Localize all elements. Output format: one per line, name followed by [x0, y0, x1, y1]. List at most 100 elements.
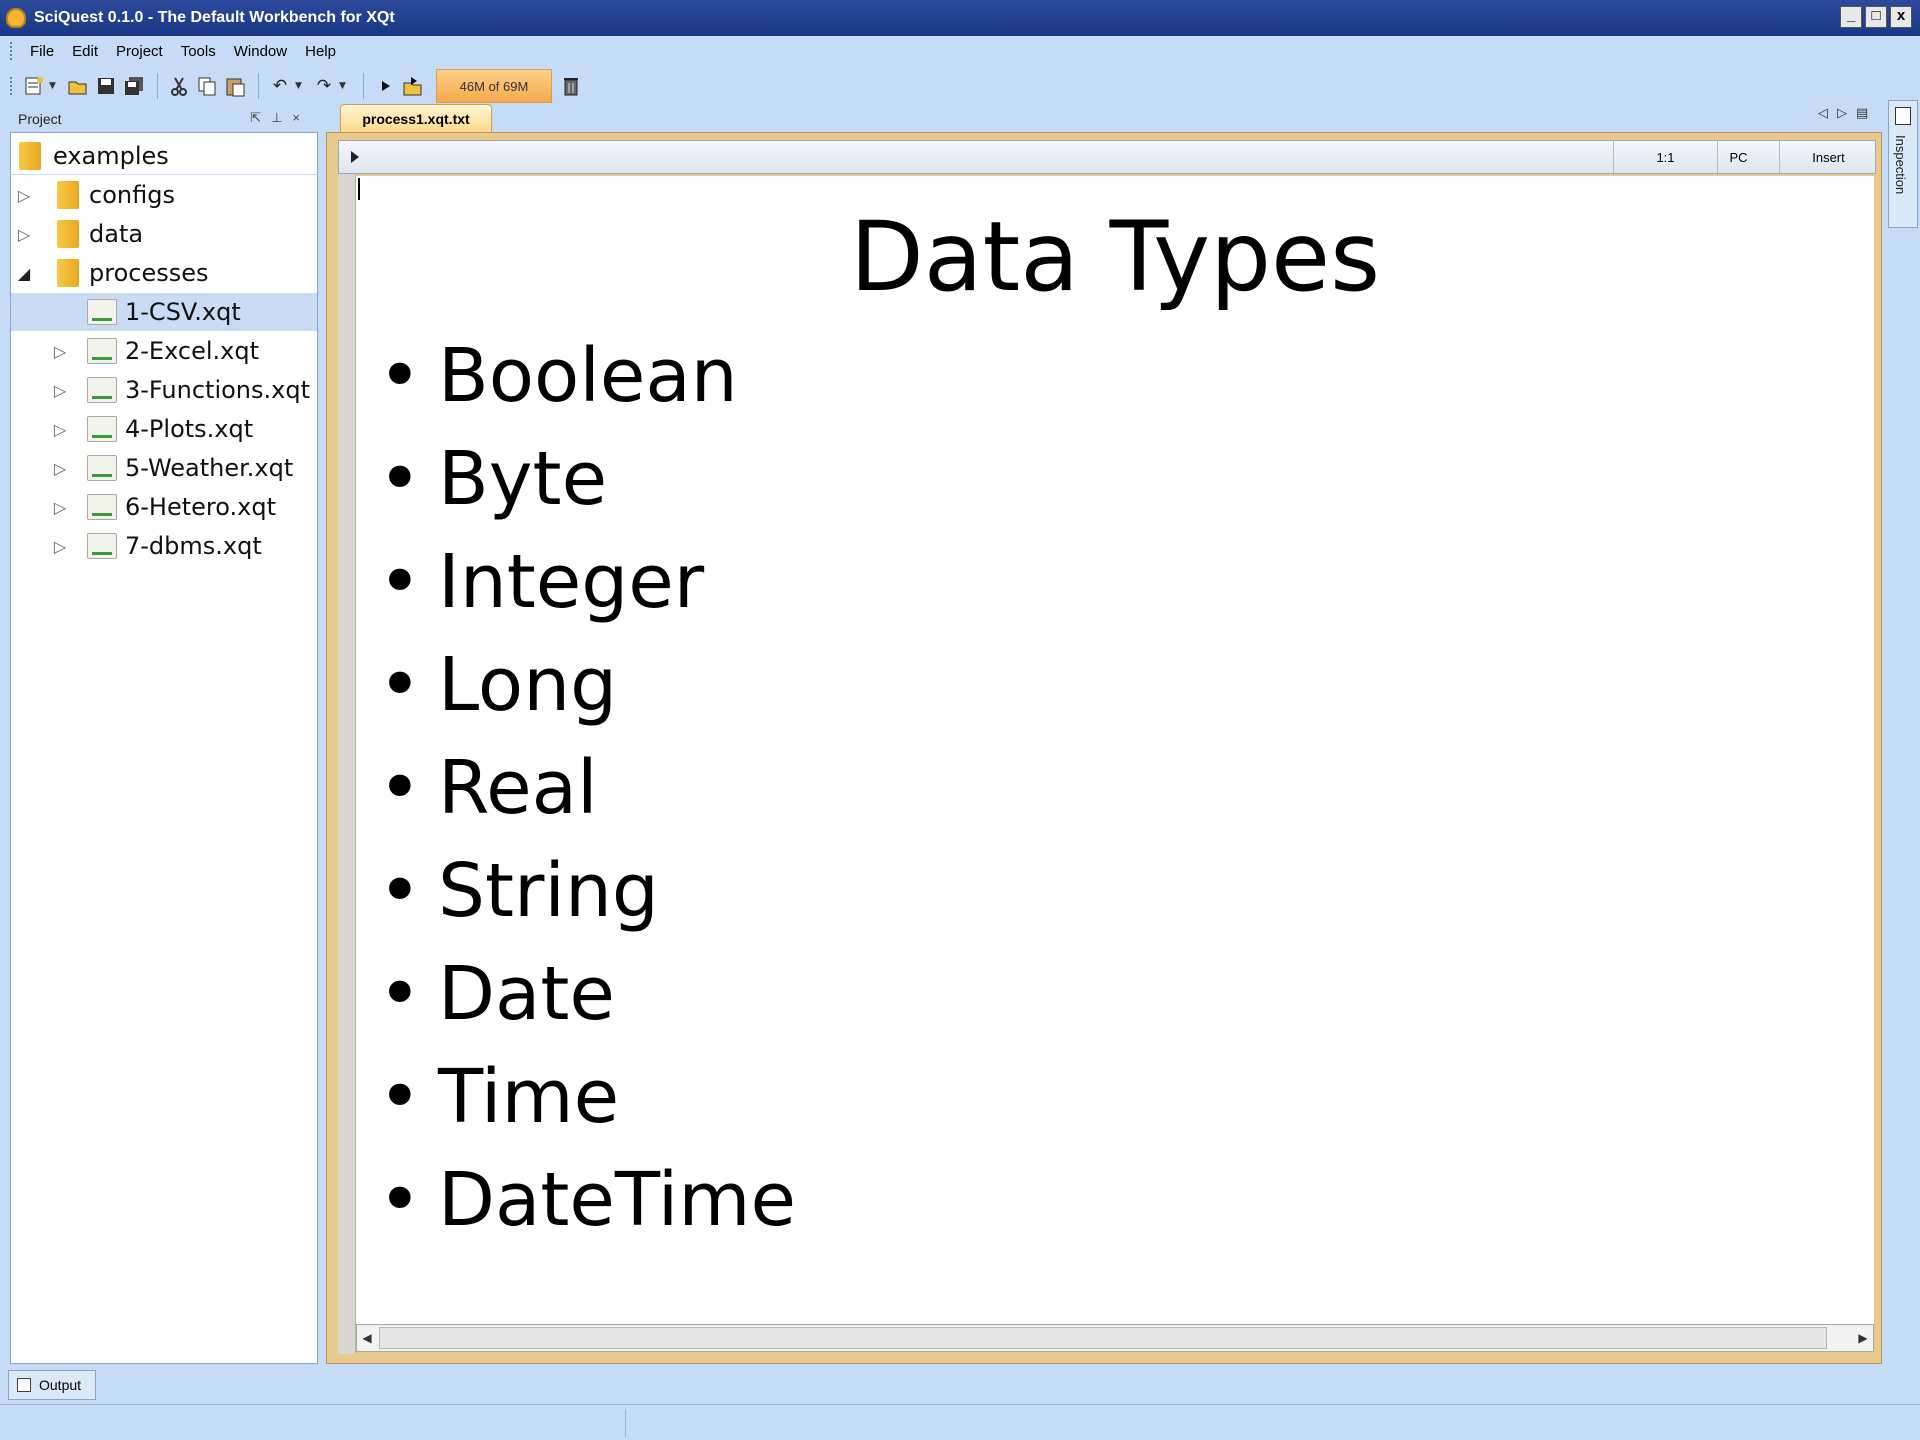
- pin-icon[interactable]: ⊥: [271, 110, 292, 125]
- minimize-button[interactable]: _: [1840, 6, 1862, 28]
- tree-label: 1-CSV.xqt: [125, 298, 241, 326]
- menu-help[interactable]: Help: [296, 43, 345, 60]
- inspection-panel-tab[interactable]: Inspection: [1888, 100, 1918, 228]
- list-item: • Byte: [378, 436, 608, 522]
- list-item: • DateTime: [378, 1157, 796, 1243]
- scroll-thumb[interactable]: [379, 1327, 1827, 1349]
- menu-edit[interactable]: Edit: [63, 43, 107, 60]
- scroll-right-icon[interactable]: ▶: [1855, 1329, 1871, 1347]
- panel-controls: ⇱⊥×: [250, 110, 310, 126]
- process-file-icon: [87, 533, 117, 559]
- float-icon[interactable]: ⇱: [250, 110, 271, 125]
- tree-folder-data[interactable]: ▷ data: [11, 215, 317, 253]
- expand-icon[interactable]: ▷: [51, 342, 69, 361]
- toolbar-grip: [10, 77, 13, 95]
- toolbar: ▼ ↶ ▼ ↷ ▼ 46M of 69M: [0, 66, 1920, 106]
- maximize-button[interactable]: □: [1865, 6, 1887, 28]
- tree-label: 2-Excel.xqt: [125, 337, 259, 365]
- collapse-icon[interactable]: ◢: [15, 264, 33, 283]
- save-icon[interactable]: [93, 73, 119, 99]
- copy-icon[interactable]: [194, 73, 220, 99]
- list-item-text: Time: [438, 1054, 620, 1140]
- tree-label: 6-Hetero.xqt: [125, 493, 276, 521]
- cut-icon[interactable]: [166, 73, 192, 99]
- tree-file-6[interactable]: ▷ 6-Hetero.xqt: [11, 488, 317, 526]
- expand-icon[interactable]: ▷: [15, 186, 33, 205]
- window-title: SciQuest 0.1.0 - The Default Workbench f…: [34, 9, 395, 26]
- close-button[interactable]: x: [1890, 6, 1912, 28]
- line-ending: PC: [1717, 141, 1759, 173]
- expand-icon[interactable]: ▷: [51, 537, 69, 556]
- list-item-text: String: [438, 848, 659, 934]
- editor-content[interactable]: Data Types • Boolean • Byte • Integer • Long…: [356, 176, 1874, 1324]
- folder-icon: [57, 181, 79, 209]
- paste-icon[interactable]: [222, 73, 248, 99]
- status-divider: [625, 1409, 626, 1437]
- tree-folder-processes[interactable]: ◢ processes: [11, 254, 317, 292]
- expand-icon[interactable]: ▷: [51, 498, 69, 517]
- run-icon[interactable]: [372, 73, 398, 99]
- tab-right-icon[interactable]: ▷: [1837, 106, 1856, 121]
- open-icon[interactable]: [65, 73, 91, 99]
- tree-root[interactable]: examples: [11, 137, 317, 175]
- tree-file-5[interactable]: ▷ 5-Weather.xqt: [11, 449, 317, 487]
- menu-tools[interactable]: Tools: [172, 43, 225, 60]
- memory-indicator[interactable]: 46M of 69M: [436, 69, 552, 103]
- process-file-icon: [87, 494, 117, 520]
- expand-icon[interactable]: ▷: [51, 381, 69, 400]
- new-icon[interactable]: [21, 73, 47, 99]
- process-file-icon: [87, 299, 117, 325]
- list-item-text: Long: [438, 642, 618, 728]
- menu-window[interactable]: Window: [225, 43, 296, 60]
- tree-file-4[interactable]: ▷ 4-Plots.xqt: [11, 410, 317, 448]
- output-tab[interactable]: Output: [8, 1370, 96, 1400]
- tree-file-2[interactable]: ▷ 2-Excel.xqt: [11, 332, 317, 370]
- folder-icon: [57, 220, 79, 248]
- debug-icon[interactable]: [400, 73, 426, 99]
- project-panel-header: Project ⇱⊥×: [8, 106, 318, 132]
- title-bar: SciQuest 0.1.0 - The Default Workbench f…: [0, 0, 1920, 36]
- inspection-icon: [1895, 107, 1911, 125]
- tab-list-icon[interactable]: ▤: [1856, 106, 1877, 121]
- tree-file-7[interactable]: ▷ 7-dbms.xqt: [11, 527, 317, 565]
- garbage-collect-icon[interactable]: [558, 73, 584, 99]
- list-item: • String: [378, 848, 659, 934]
- list-item: • Date: [378, 951, 615, 1037]
- list-item: • Time: [378, 1054, 620, 1140]
- list-item-text: Integer: [438, 539, 705, 625]
- tree-label: data: [89, 220, 144, 248]
- tree-file-1[interactable]: 1-CSV.xqt: [11, 293, 317, 331]
- process-file-icon: [87, 338, 117, 364]
- new-dropdown-icon[interactable]: ▼: [49, 81, 59, 91]
- tree-folder-configs[interactable]: ▷ configs: [11, 176, 317, 214]
- list-item: • Real: [378, 745, 598, 831]
- panel-close-icon[interactable]: ×: [292, 110, 310, 125]
- undo-icon[interactable]: ↶: [267, 73, 293, 99]
- toolbar-separator: [157, 73, 158, 99]
- expand-icon[interactable]: ▷: [51, 459, 69, 478]
- scroll-left-icon[interactable]: ◀: [359, 1329, 375, 1347]
- editor-tab[interactable]: process1.xqt.txt: [340, 104, 492, 132]
- slide-title: Data Types: [849, 201, 1381, 313]
- redo-dropdown-icon[interactable]: ▼: [339, 81, 349, 91]
- menu-file[interactable]: File: [21, 43, 63, 60]
- tab-left-icon[interactable]: ◁: [1818, 106, 1837, 121]
- save-all-icon[interactable]: [121, 73, 147, 99]
- redo-icon[interactable]: ↷: [311, 73, 337, 99]
- editor-gutter: [338, 174, 356, 1354]
- list-item: • Long: [378, 642, 618, 728]
- tree-label: 7-dbms.xqt: [125, 532, 262, 560]
- tree-file-3[interactable]: ▷ 3-Functions.xqt: [11, 371, 317, 409]
- undo-dropdown-icon[interactable]: ▼: [295, 81, 305, 91]
- expand-icon[interactable]: ▷: [51, 420, 69, 439]
- insert-mode: Insert: [1779, 141, 1877, 173]
- horizontal-scrollbar[interactable]: ◀ ▶: [356, 1324, 1874, 1352]
- list-item-text: Boolean: [438, 333, 738, 419]
- menu-project[interactable]: Project: [107, 43, 172, 60]
- run-marker-icon[interactable]: [351, 151, 359, 163]
- process-file-icon: [87, 377, 117, 403]
- expand-icon[interactable]: ▷: [15, 225, 33, 244]
- tree-label: configs: [89, 181, 175, 209]
- inspection-label: Inspection: [1893, 135, 1908, 195]
- list-item-text: Real: [438, 745, 598, 831]
